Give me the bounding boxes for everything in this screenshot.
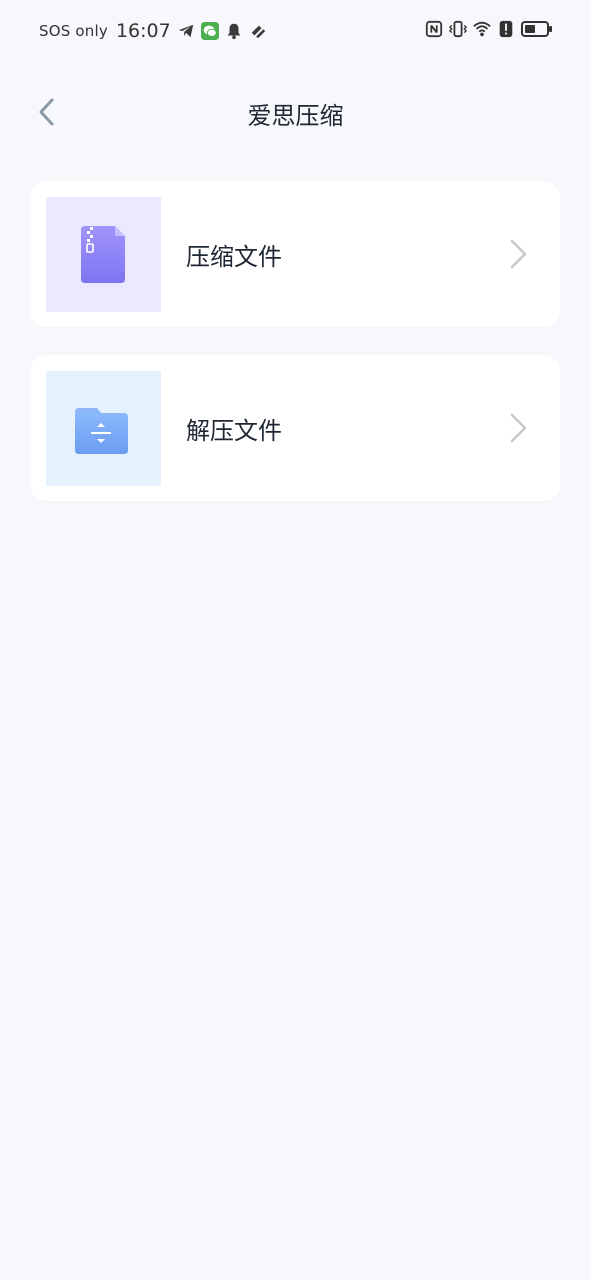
extract-file-label: 解压文件 <box>186 417 282 445</box>
vibrate-icon <box>449 20 467 38</box>
wifi-icon <box>473 21 491 37</box>
compress-thumbnail <box>46 197 161 312</box>
status-bar: SOS only 16:07 <box>0 0 591 66</box>
battery-icon <box>521 21 552 37</box>
chevron-right-icon <box>510 413 527 443</box>
zip-file-icon <box>81 226 125 283</box>
nfc-icon <box>425 20 443 38</box>
clock-text: 16:07 <box>115 20 171 42</box>
extract-file-card[interactable]: 解压文件 <box>30 355 560 501</box>
page-title: 爱思压缩 <box>247 102 344 130</box>
status-left: SOS only 16:07 <box>39 20 267 42</box>
extract-thumbnail <box>46 371 161 486</box>
compress-file-card[interactable]: 压缩文件 <box>30 181 560 327</box>
bell-icon <box>227 23 241 40</box>
wechat-icon <box>200 22 219 40</box>
app-icon <box>251 25 265 39</box>
telegram-icon <box>178 24 193 38</box>
compress-file-label: 压缩文件 <box>186 243 282 271</box>
alert-icon <box>499 20 513 38</box>
carrier-text: SOS only <box>39 22 108 40</box>
header: 爱思压缩 <box>0 80 591 146</box>
status-right <box>425 20 553 38</box>
chevron-right-icon <box>510 239 527 269</box>
unzip-folder-icon <box>75 408 128 454</box>
